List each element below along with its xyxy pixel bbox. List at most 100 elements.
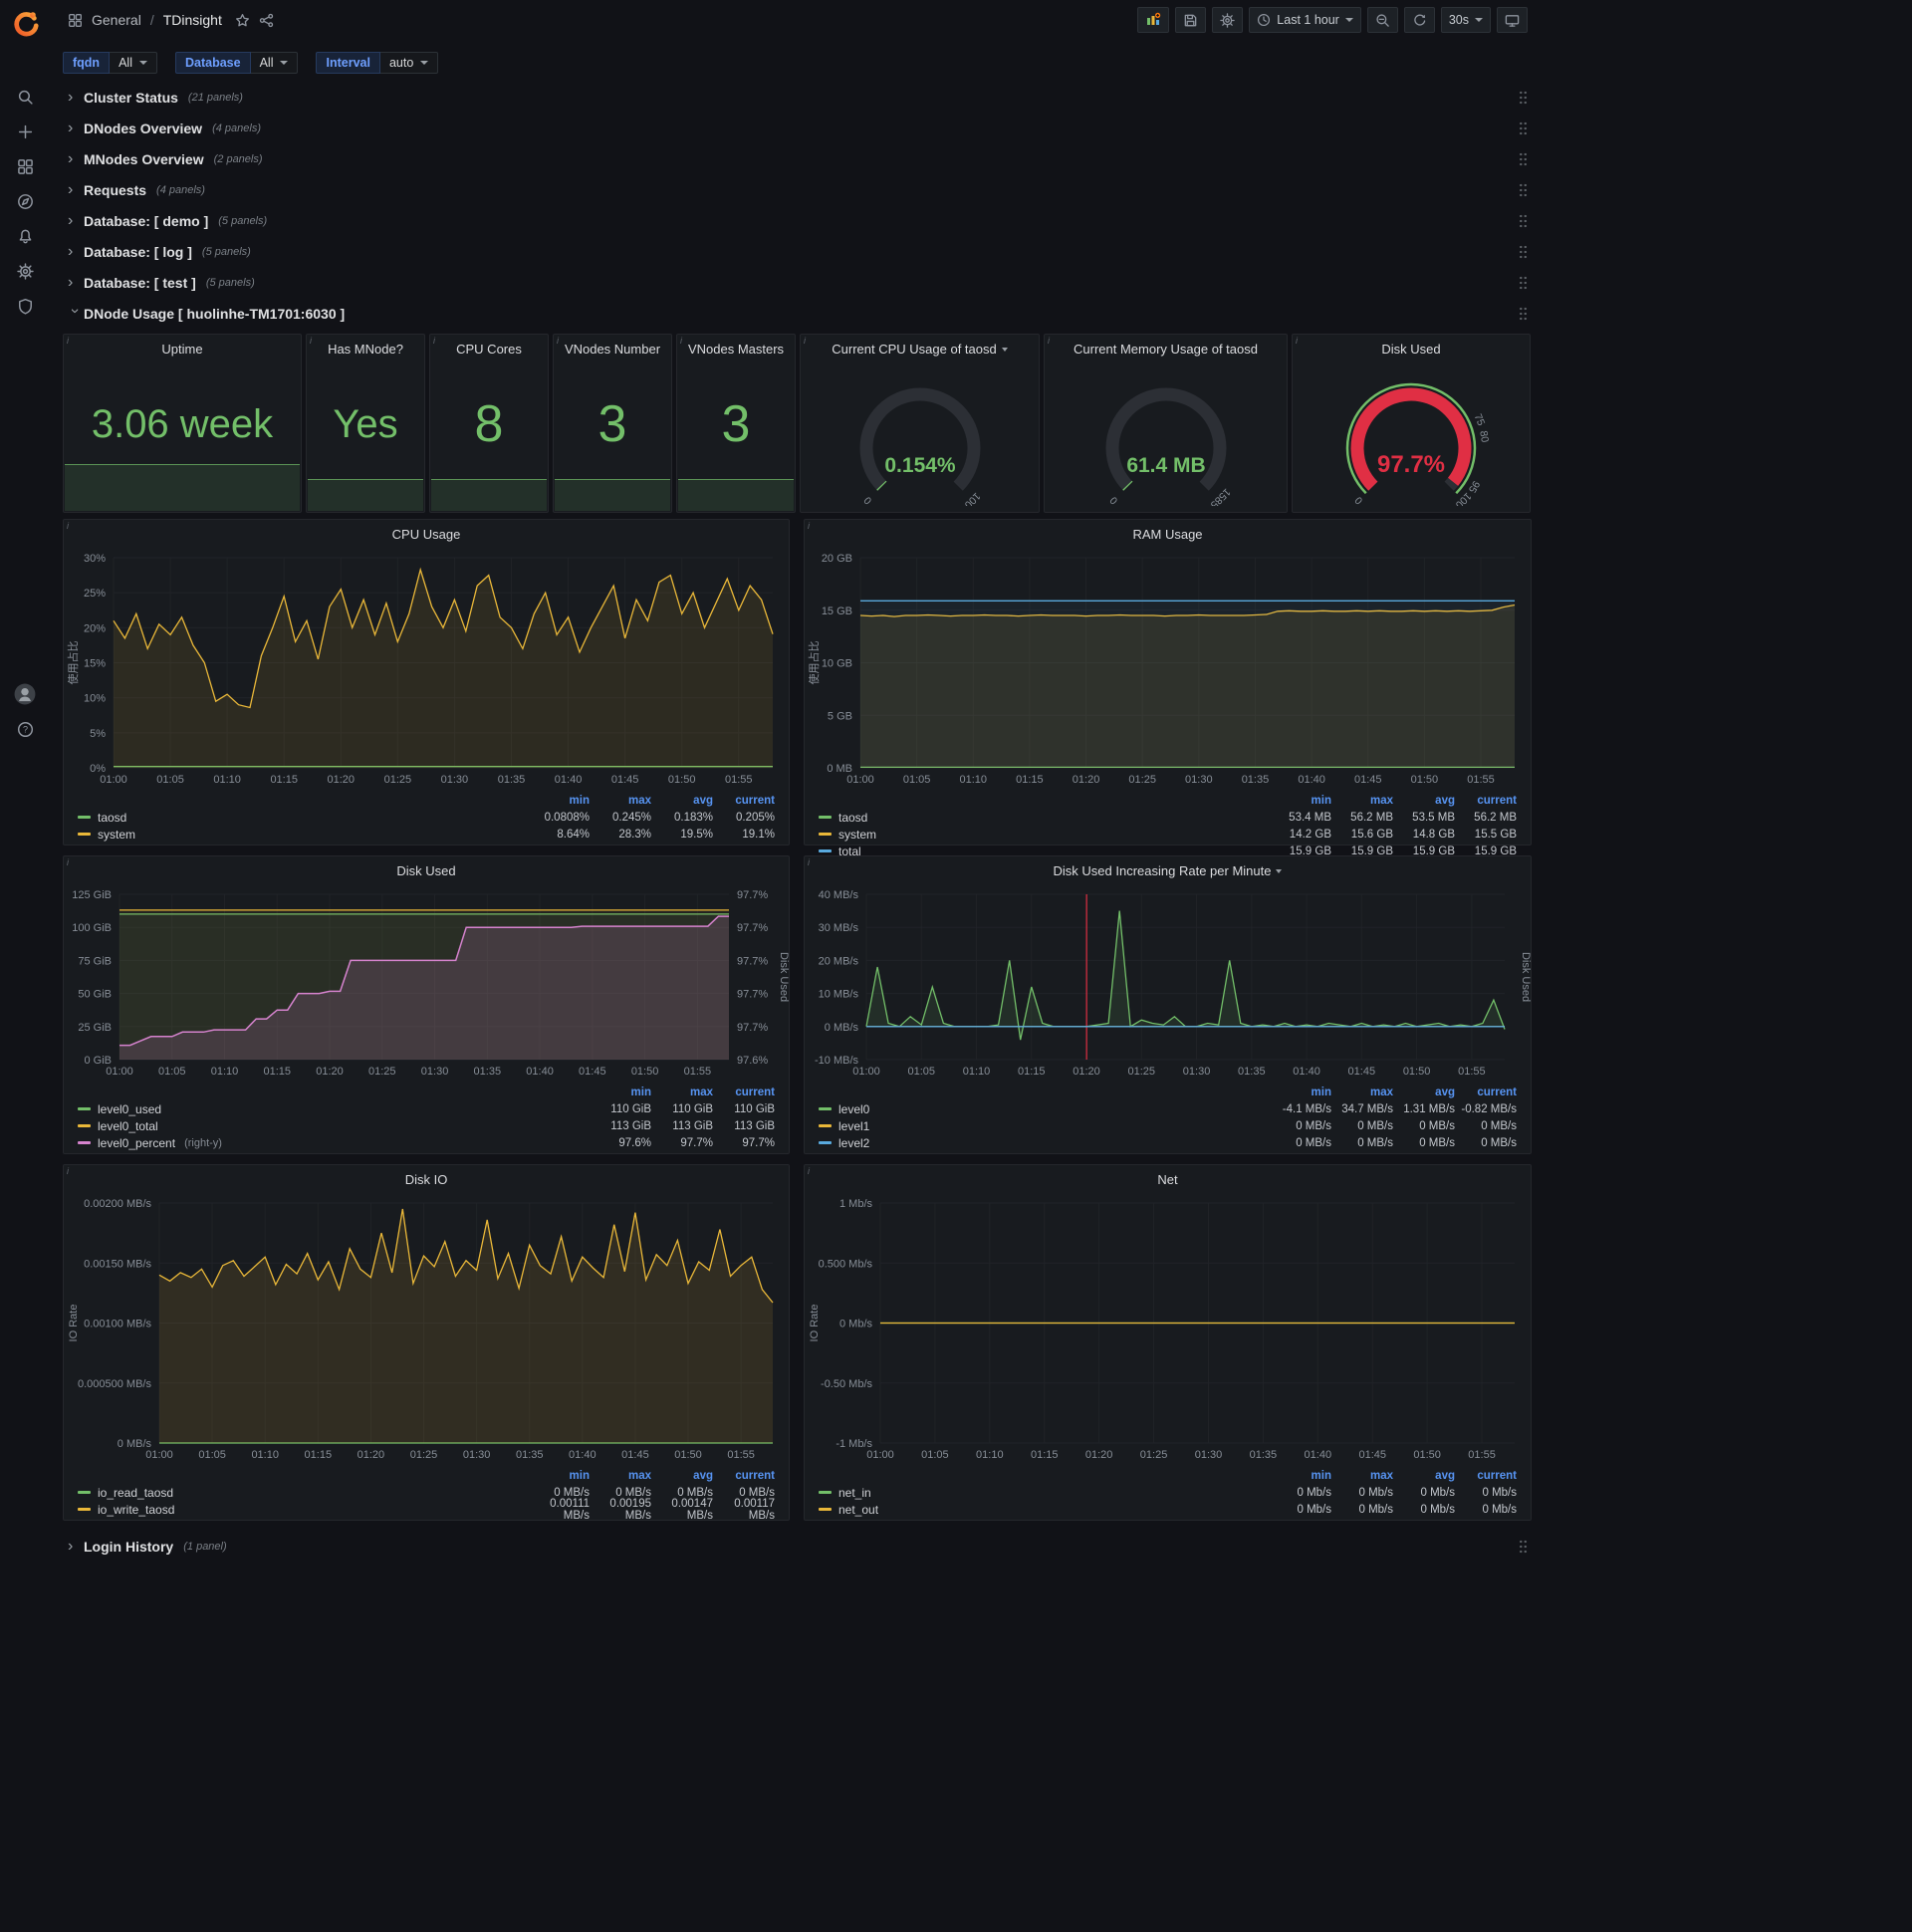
add-panel-button[interactable]: [1137, 7, 1170, 33]
row-drag-handle[interactable]: [1519, 121, 1528, 136]
legend-column-header[interactable]: current: [1455, 1087, 1517, 1098]
row-drag-handle[interactable]: [1519, 90, 1528, 106]
legend-series-name[interactable]: system: [78, 828, 528, 842]
legend-column-header[interactable]: current: [713, 1470, 775, 1482]
row-requests[interactable]: › Requests (4 panels): [63, 176, 1532, 204]
zoom-out-button[interactable]: [1366, 7, 1398, 33]
dashboard-settings-button[interactable]: [1212, 7, 1244, 33]
legend-series-name[interactable]: net_out: [819, 1503, 1270, 1517]
panel-info-icon[interactable]: i: [557, 336, 559, 346]
panel-info-icon[interactable]: i: [1048, 336, 1050, 346]
legend-column-header[interactable]: min: [528, 795, 590, 807]
breadcrumb-folder[interactable]: General: [92, 12, 141, 28]
panel-info-icon[interactable]: i: [67, 1166, 69, 1176]
panel-info-icon[interactable]: i: [67, 521, 69, 531]
panel-info-icon[interactable]: i: [808, 521, 810, 531]
server-admin-button[interactable]: [11, 293, 39, 319]
disk-rate-chart[interactable]: 01:00 01:05 01:10 01:15 01:20 01:25 01:30 01:35…: [805, 884, 1531, 1082]
legend-column-header[interactable]: avg: [651, 1470, 713, 1482]
legend-series-name[interactable]: level0: [819, 1102, 1270, 1116]
ram-usage-chart[interactable]: 01:00 01:05 01:10 01:15 01:20 01:25 01:30 01:35…: [805, 548, 1531, 790]
explore-button[interactable]: [11, 188, 39, 214]
dashboards-button[interactable]: [11, 153, 39, 179]
net-chart[interactable]: 01:00 01:05 01:10 01:15 01:20 01:25 01:30 01:35…: [805, 1193, 1531, 1465]
refresh-interval-dropdown[interactable]: 30s: [1440, 7, 1491, 33]
disk-io-chart[interactable]: 01:00 01:05 01:10 01:15 01:20 01:25 01:30 01:35…: [64, 1193, 789, 1465]
legend-column-header[interactable]: avg: [1393, 795, 1455, 807]
refresh-button[interactable]: [1403, 7, 1435, 33]
panel-title[interactable]: Disk Used Increasing Rate per Minute: [805, 856, 1531, 884]
legend-column-header[interactable]: max: [590, 1470, 651, 1482]
legend-series-name[interactable]: taosd: [819, 811, 1270, 825]
row-dnodes-overview[interactable]: › DNodes Overview (4 panels): [63, 115, 1532, 142]
legend-column-header[interactable]: avg: [1393, 1087, 1455, 1098]
panel-info-icon[interactable]: i: [808, 1166, 810, 1176]
cpu-usage-chart[interactable]: 01:00 01:05 01:10 01:15 01:20 01:25 01:30 01:35…: [64, 548, 789, 790]
save-dashboard-button[interactable]: [1175, 7, 1207, 33]
panel-title[interactable]: VNodes Number: [554, 335, 671, 362]
panel-title[interactable]: Disk IO: [64, 1165, 789, 1193]
panel-title[interactable]: Current Memory Usage of taosd: [1045, 335, 1287, 362]
panel-title[interactable]: Current CPU Usage of taosd: [801, 335, 1039, 362]
configuration-button[interactable]: [11, 258, 39, 284]
legend-column-header[interactable]: max: [590, 795, 651, 807]
row-drag-handle[interactable]: [1519, 182, 1528, 198]
legend-column-header[interactable]: max: [1331, 1470, 1393, 1482]
row-drag-handle[interactable]: [1519, 275, 1528, 291]
legend-series-name[interactable]: net_in: [819, 1486, 1270, 1500]
legend-column-header[interactable]: min: [528, 1470, 590, 1482]
time-range-picker[interactable]: Last 1 hour: [1249, 7, 1361, 33]
panel-info-icon[interactable]: i: [67, 336, 69, 346]
legend-series-name[interactable]: io_write_taosd: [78, 1503, 528, 1517]
row-database-demo[interactable]: › Database: [ demo ] (5 panels): [63, 207, 1532, 235]
legend-column-header[interactable]: max: [1331, 1087, 1393, 1098]
row-login-history[interactable]: › Login History (1 panel): [63, 1533, 1532, 1561]
legend-column-header[interactable]: min: [1270, 795, 1331, 807]
row-mnodes-overview[interactable]: › MNodes Overview (2 panels): [63, 145, 1532, 173]
panel-info-icon[interactable]: i: [67, 857, 69, 867]
panel-title[interactable]: CPU Cores: [430, 335, 548, 362]
row-database-test[interactable]: › Database: [ test ] (5 panels): [63, 269, 1532, 297]
variable-value-dropdown[interactable]: All: [250, 52, 299, 74]
row-drag-handle[interactable]: [1519, 151, 1528, 167]
legend-column-header[interactable]: min: [1270, 1470, 1331, 1482]
panel-title[interactable]: Net: [805, 1165, 1531, 1193]
legend-column-header[interactable]: avg: [651, 795, 713, 807]
row-dnode-usage[interactable]: › DNode Usage [ huolinhe-TM1701:6030 ]: [63, 300, 1532, 328]
legend-column-header[interactable]: current: [1455, 795, 1517, 807]
legend-series-name[interactable]: io_read_taosd: [78, 1486, 528, 1500]
legend-series-name[interactable]: level2: [819, 1136, 1270, 1150]
star-icon[interactable]: [235, 13, 250, 28]
panel-title[interactable]: RAM Usage: [805, 520, 1531, 548]
legend-column-header[interactable]: min: [590, 1087, 651, 1098]
user-avatar[interactable]: [11, 681, 39, 707]
row-drag-handle[interactable]: [1519, 1539, 1528, 1555]
legend-column-header[interactable]: avg: [1393, 1470, 1455, 1482]
legend-column-header[interactable]: max: [1331, 795, 1393, 807]
row-drag-handle[interactable]: [1519, 306, 1528, 322]
panel-info-icon[interactable]: i: [310, 336, 312, 346]
panel-title[interactable]: CPU Usage: [64, 520, 789, 548]
panel-title[interactable]: Disk Used: [1293, 335, 1530, 362]
legend-series-name[interactable]: level0_total: [78, 1119, 590, 1133]
create-button[interactable]: [11, 119, 39, 144]
row-cluster-status[interactable]: › Cluster Status (21 panels): [63, 84, 1532, 112]
row-drag-handle[interactable]: [1519, 244, 1528, 260]
help-button[interactable]: ?: [11, 716, 39, 742]
panel-info-icon[interactable]: i: [804, 336, 806, 346]
legend-series-name[interactable]: level1: [819, 1119, 1270, 1133]
legend-column-header[interactable]: current: [1455, 1470, 1517, 1482]
legend-series-name[interactable]: system: [819, 828, 1270, 842]
panel-info-icon[interactable]: i: [433, 336, 435, 346]
disk-used-chart[interactable]: 01:00 01:05 01:10 01:15 01:20 01:25 01:30 01:35…: [64, 884, 789, 1082]
legend-column-header[interactable]: current: [713, 1087, 775, 1098]
legend-column-header[interactable]: max: [651, 1087, 713, 1098]
row-drag-handle[interactable]: [1519, 213, 1528, 229]
variable-value-dropdown[interactable]: auto: [379, 52, 439, 74]
share-icon[interactable]: [259, 13, 274, 28]
legend-column-header[interactable]: min: [1270, 1087, 1331, 1098]
legend-series-name[interactable]: level0_used: [78, 1102, 590, 1116]
panel-title[interactable]: Disk Used: [64, 856, 789, 884]
panel-info-icon[interactable]: i: [808, 857, 810, 867]
row-database-log[interactable]: › Database: [ log ] (5 panels): [63, 238, 1532, 266]
